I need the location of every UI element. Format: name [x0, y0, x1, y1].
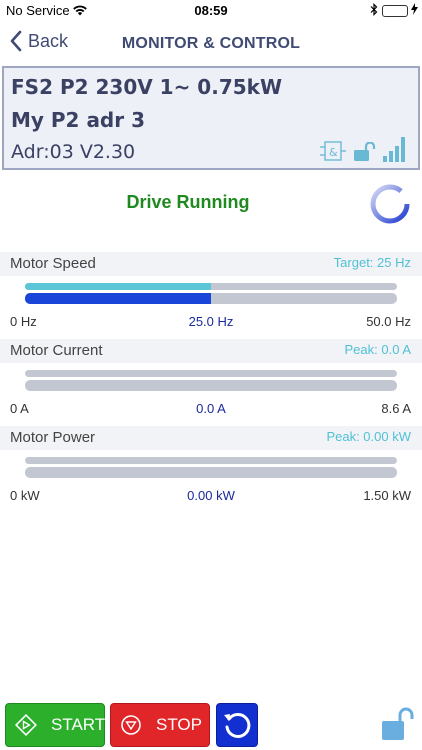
- status-bar: No Service 08:59: [0, 0, 422, 22]
- motor-speed-target: Target: 25 Hz: [333, 255, 411, 270]
- reset-icon: [221, 709, 253, 741]
- motor-current-label: Motor Current: [10, 342, 103, 359]
- motor-power-max: 1.50 kW: [363, 488, 411, 503]
- clock: 08:59: [194, 3, 228, 18]
- control-bar: START STOP: [0, 700, 422, 750]
- reset-button[interactable]: [216, 703, 258, 747]
- page-title: MONITOR & CONTROL: [121, 35, 301, 52]
- motor-speed-label: Motor Speed: [10, 255, 96, 272]
- motor-power-bar: [25, 467, 397, 478]
- signal-strength-icon: [382, 136, 408, 167]
- logic-gate-icon: &: [320, 140, 346, 167]
- motor-speed-bar: [25, 293, 397, 304]
- start-button[interactable]: START: [5, 703, 105, 747]
- device-name: My P2 adr 3: [11, 108, 145, 132]
- device-address-version: Adr:03 V2.30: [11, 141, 136, 163]
- activity-spinner-icon: [368, 182, 412, 231]
- motor-speed-target-fill: [25, 283, 211, 290]
- motor-speed-target-bar: [25, 283, 397, 290]
- motor-power-value: 0.00 kW: [187, 488, 235, 503]
- device-info-panel[interactable]: FS2 P2 230V 1~ 0.75kW My P2 adr 3 Adr:03…: [2, 66, 420, 170]
- navigation-bar: Back MONITOR & CONTROL: [0, 22, 422, 66]
- battery-icon: [382, 5, 408, 17]
- charging-icon: [411, 3, 418, 18]
- bluetooth-icon: [370, 3, 378, 19]
- motor-power-peak: Peak: 0.00 kW: [326, 429, 411, 444]
- unlocked-icon: [352, 141, 376, 167]
- device-status-icons: &: [320, 136, 408, 167]
- motor-current-header: Motor Current Peak: 0.0 A: [0, 339, 422, 363]
- diamond-start-icon: [15, 714, 37, 736]
- motor-power-peak-bar: [25, 457, 397, 464]
- motor-current-bar: [25, 380, 397, 391]
- unlocked-icon[interactable]: [380, 706, 414, 747]
- motor-speed-max: 50.0 Hz: [366, 314, 411, 329]
- motor-power-header: Motor Power Peak: 0.00 kW: [0, 426, 422, 450]
- svg-text:&: &: [329, 146, 338, 159]
- motor-current-peak: Peak: 0.0 A: [344, 342, 412, 357]
- device-model: FS2 P2 230V 1~ 0.75kW: [11, 75, 283, 99]
- motor-current-max: 8.6 A: [381, 401, 411, 416]
- stop-icon: [120, 714, 142, 736]
- stop-button[interactable]: STOP: [110, 703, 210, 747]
- motor-speed-header: Motor Speed Target: 25 Hz: [0, 252, 422, 276]
- motor-speed-fill: [25, 293, 211, 304]
- motor-power-label: Motor Power: [10, 429, 96, 446]
- motor-speed-value: 25.0 Hz: [188, 314, 234, 329]
- start-label: START: [51, 715, 106, 734]
- stop-label: STOP: [156, 715, 202, 734]
- drive-status-label: Drive Running: [126, 192, 250, 212]
- motor-current-value: 0.0 A: [196, 401, 226, 416]
- motor-current-peak-bar: [25, 370, 397, 377]
- drive-status-row: Drive Running: [0, 180, 422, 224]
